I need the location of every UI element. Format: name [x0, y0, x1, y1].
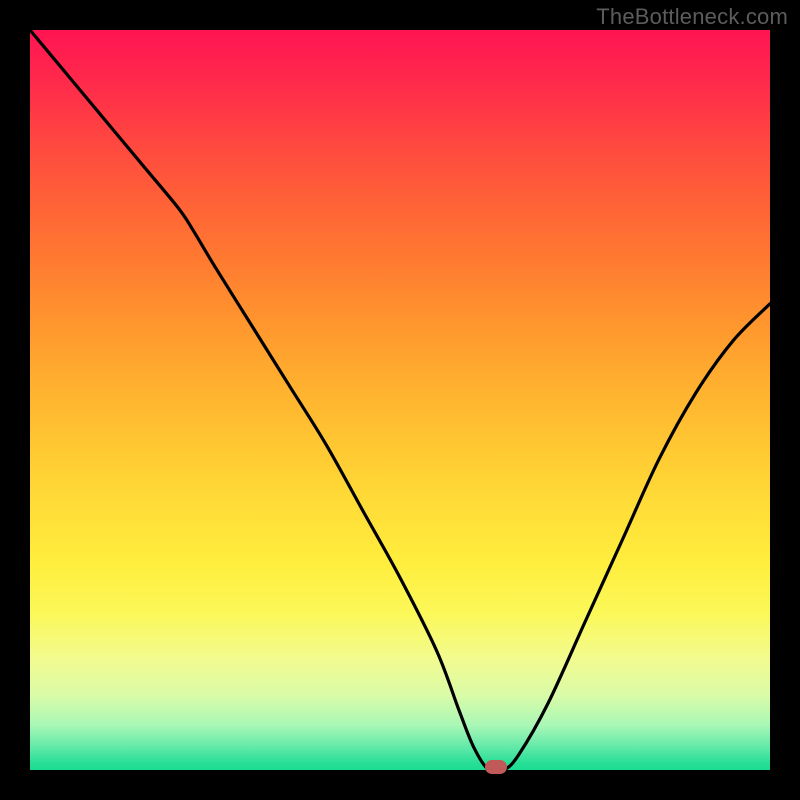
plot-area	[30, 30, 770, 770]
bottleneck-curve	[30, 30, 770, 770]
chart-frame: TheBottleneck.com	[0, 0, 800, 800]
watermark-text: TheBottleneck.com	[596, 4, 788, 30]
optimal-marker	[485, 760, 507, 774]
